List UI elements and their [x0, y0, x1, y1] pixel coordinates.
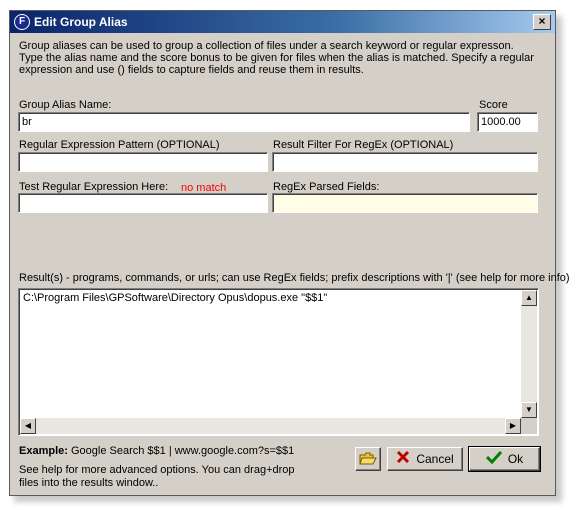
example-label: Example: — [19, 445, 68, 457]
help-line-1: See help for more advanced options. You … — [19, 464, 295, 476]
help-line-2: files into the results window.. — [19, 477, 159, 489]
example-line: Example: Google Search $$1 | www.google.… — [19, 445, 294, 457]
parsed-fields-output — [272, 193, 538, 213]
scrollbar-corner — [521, 418, 537, 434]
scroll-up-arrow-icon[interactable]: ▲ — [521, 290, 537, 306]
browse-button[interactable] — [355, 447, 381, 471]
open-folder-icon — [359, 452, 377, 465]
scroll-down-arrow-icon[interactable]: ▼ — [521, 402, 537, 418]
window-title: Edit Group Alias — [34, 15, 128, 29]
results-text: C:\Program Files\GPSoftware\Directory Op… — [23, 292, 328, 304]
description-line-1: Group aliases can be used to group a col… — [19, 40, 514, 52]
result-filter-input[interactable] — [272, 152, 538, 172]
ok-label: Ok — [507, 452, 524, 466]
cancel-x-icon — [396, 449, 410, 471]
score-label: Score — [479, 99, 508, 111]
alias-name-input[interactable]: br — [18, 112, 470, 132]
cancel-button[interactable]: Cancel — [387, 447, 463, 471]
results-textarea[interactable]: C:\Program Files\GPSoftware\Directory Op… — [18, 288, 539, 436]
title-bar[interactable]: F Edit Group Alias × — [10, 11, 555, 33]
results-horizontal-scrollbar[interactable]: ◀ ▶ — [20, 418, 521, 434]
result-filter-label: Result Filter For RegEx (OPTIONAL) — [273, 139, 454, 151]
scroll-left-arrow-icon[interactable]: ◀ — [20, 418, 36, 434]
cancel-label: Cancel — [416, 452, 454, 466]
description-line-2: Type the alias name and the score bonus … — [19, 52, 534, 76]
ok-button[interactable]: Ok — [468, 446, 541, 472]
score-input[interactable]: 1000.00 — [477, 112, 538, 132]
scroll-right-arrow-icon[interactable]: ▶ — [505, 418, 521, 434]
test-regex-label: Test Regular Expression Here: — [19, 181, 169, 193]
results-vertical-scrollbar[interactable]: ▲ ▼ — [521, 290, 537, 418]
example-text: Google Search $$1 | www.google.com?s=$$1 — [70, 445, 295, 457]
results-label: Result(s) - programs, commands, or urls;… — [19, 272, 570, 284]
close-button[interactable]: × — [533, 14, 551, 30]
alias-name-label: Group Alias Name: — [19, 99, 112, 111]
regex-pattern-label: Regular Expression Pattern (OPTIONAL) — [19, 139, 220, 151]
edit-group-alias-dialog: F Edit Group Alias × Group aliases can b… — [9, 10, 570, 496]
parsed-fields-label: RegEx Parsed Fields: — [273, 181, 380, 193]
checkmark-icon — [485, 449, 502, 471]
regex-pattern-input[interactable] — [18, 152, 268, 172]
description: Group aliases can be used to group a col… — [19, 40, 539, 76]
test-regex-input[interactable] — [18, 193, 268, 213]
app-icon: F — [14, 14, 30, 30]
